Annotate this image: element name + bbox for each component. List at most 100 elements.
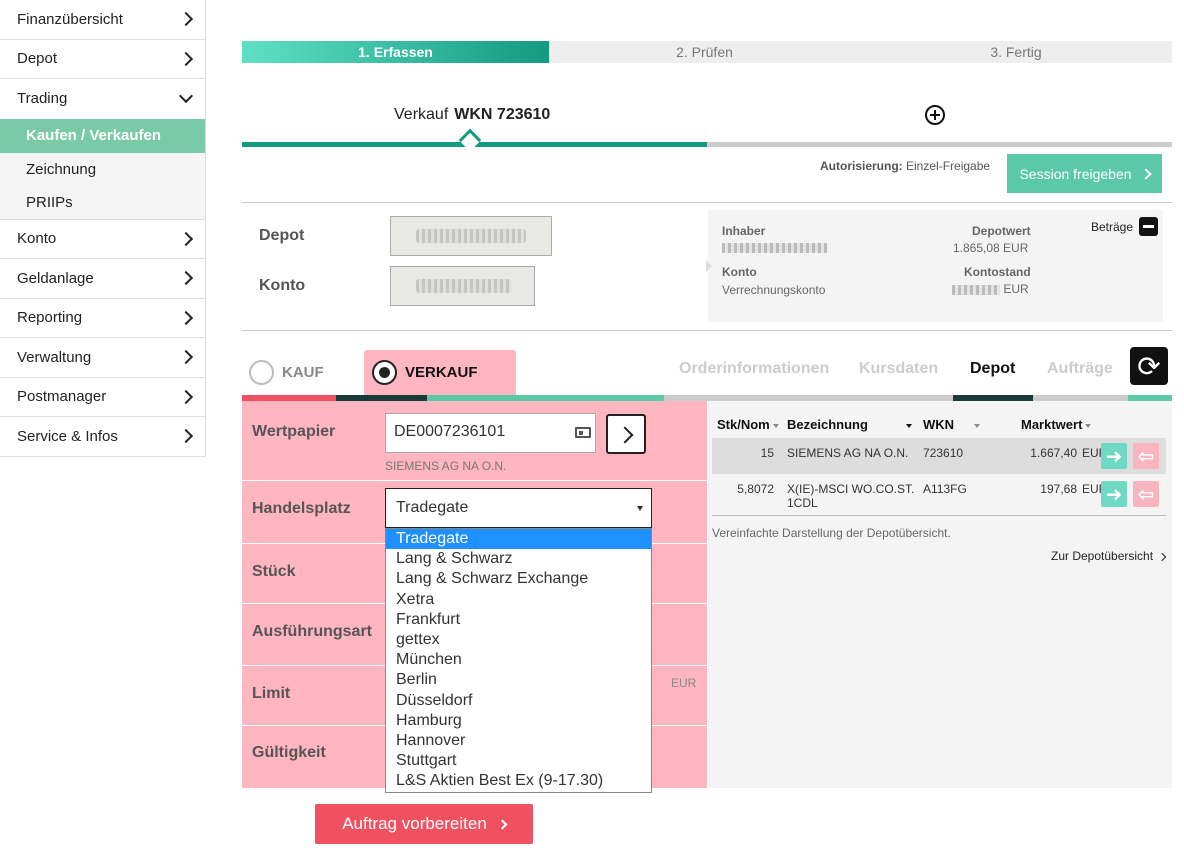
dropdown-option[interactable]: Hannover — [386, 731, 651, 751]
progress-stepper: 1. Erfassen 2. Prüfen 3. Fertig — [242, 41, 1172, 63]
chevron-right-icon — [178, 429, 194, 444]
minus-icon — [1139, 217, 1159, 236]
sidebar-subitem-priips[interactable]: PRIIPs — [0, 186, 205, 219]
depot-note: Vereinfachte Darstellung der Depotübersi… — [712, 526, 951, 540]
table-row[interactable]: 5,8072 X(IE)-MSCI WO.CO.ST. 1CDL A113FG … — [712, 474, 1166, 516]
tab-underline-inactive — [707, 142, 1172, 147]
column-header-bezeichnung[interactable]: Bezeichnung — [787, 417, 912, 432]
depot-select[interactable] — [390, 216, 552, 256]
handelsplatz-value: Tradegate — [396, 499, 469, 516]
dropdown-option[interactable]: Lang & Schwarz Exchange — [386, 569, 651, 589]
column-header-label: Marktwert — [1021, 417, 1083, 432]
sell-arrow-icon[interactable]: ⇦ — [1133, 443, 1159, 469]
column-header-marktwert[interactable]: Marktwert — [1021, 417, 1092, 432]
dropdown-option[interactable]: gettex — [386, 630, 651, 650]
prepare-order-button[interactable]: Auftrag vorbereiten — [315, 804, 533, 844]
dropdown-option[interactable]: Berlin — [386, 670, 651, 690]
stueck-label: Stück — [252, 563, 296, 580]
sidebar-subitem-kaufen-verkaufen[interactable]: Kaufen / Verkaufen — [0, 118, 205, 153]
dropdown-option[interactable]: Lang & Schwarz — [386, 549, 651, 569]
konto-info-value: Verrechnungskonto — [722, 283, 826, 297]
sidebar-item-label: Depot — [17, 50, 58, 68]
divider — [242, 202, 1172, 203]
sidebar-item-trading[interactable]: Trading — [0, 79, 206, 119]
dropdown-option[interactable]: L&S Aktien Best Ex (9-17.30) — [386, 771, 651, 791]
sidebar-item-finanzuebersicht[interactable]: Finanzübersicht — [0, 0, 206, 40]
step-pruefen: 2. Prüfen — [676, 44, 733, 60]
sidebar-item-label: Postmanager — [17, 388, 107, 406]
tab-depot[interactable]: Depot — [970, 360, 1015, 378]
cell-qty: 15 — [760, 446, 774, 460]
depot-overview-link[interactable]: Zur Depotübersicht — [1051, 549, 1167, 563]
tab-orderinformationen[interactable]: Orderinformationen — [679, 360, 829, 378]
order-tabs: Verkauf WKN 723610 — [242, 92, 1172, 152]
add-order-icon[interactable] — [925, 105, 945, 125]
sidebar-item-label: Reporting — [17, 309, 83, 327]
dropdown-option[interactable]: Frankfurt — [386, 610, 651, 630]
trade-type-selector: KAUF VERKAUF — [242, 350, 664, 401]
wertpapier-go-button[interactable] — [606, 414, 646, 454]
refresh-icon[interactable]: ⟳ — [1130, 347, 1168, 385]
konto-info-label: Konto — [722, 265, 757, 279]
sidebar-item-depot[interactable]: Depot — [0, 39, 206, 79]
session-release-button[interactable]: Session freigeben — [1007, 154, 1162, 193]
depot-overview-label: Zur Depotübersicht — [1051, 549, 1154, 563]
kauf-label: KAUF — [282, 364, 324, 381]
column-header-stk[interactable]: Stk/Nom — [717, 417, 779, 432]
dropdown-option[interactable]: Stuttgart — [386, 751, 651, 771]
sort-icon — [905, 423, 912, 428]
handelsplatz-select[interactable]: Tradegate — [385, 488, 652, 528]
tab-auftraege[interactable]: Aufträge — [1047, 360, 1113, 378]
verkauf-option[interactable]: VERKAUF — [364, 350, 516, 395]
sidebar-item-reporting[interactable]: Reporting — [0, 298, 206, 338]
betraege-toggle[interactable]: Beträge — [1091, 217, 1159, 236]
column-header-wkn[interactable]: WKN — [923, 417, 981, 432]
row-wertpapier: Wertpapier DE0007236101 SIEMENS AG NA O.… — [242, 401, 707, 481]
authorization-value: Einzel-Freigabe — [906, 159, 991, 173]
kauf-option[interactable]: KAUF — [242, 350, 364, 395]
cell-wkn: 723610 — [923, 446, 964, 460]
wertpapier-input[interactable]: DE0007236101 — [385, 413, 596, 453]
buy-arrow-icon[interactable]: ➜ — [1101, 481, 1127, 507]
sidebar-item-geldanlage[interactable]: Geldanlage — [0, 259, 206, 299]
dropdown-option[interactable]: Tradegate — [386, 529, 651, 550]
tab-kursdaten[interactable]: Kursdaten — [859, 360, 938, 378]
ausfuehrungsart-label: Ausführungsart — [252, 623, 372, 640]
dropdown-option[interactable]: München — [386, 650, 651, 670]
dropdown-option[interactable]: Hamburg — [386, 711, 651, 731]
sidebar-item-verwaltung[interactable]: Verwaltung — [0, 338, 206, 378]
chevron-right-icon — [1157, 552, 1167, 562]
order-tab-wkn: WKN 723610 — [454, 106, 551, 123]
sell-arrow-icon[interactable]: ⇦ — [1133, 481, 1159, 507]
column-header-label: Stk/Nom — [717, 417, 770, 432]
konto-select[interactable] — [390, 266, 535, 306]
cell-value: 1.667,40 — [1030, 446, 1077, 460]
sidebar-subitem-zeichnung[interactable]: Zeichnung — [0, 153, 205, 186]
radio-selected-icon — [372, 360, 397, 385]
tab-notch — [458, 128, 482, 152]
id-card-icon[interactable] — [575, 427, 591, 438]
sidebar-item-konto[interactable]: Konto — [0, 219, 206, 259]
sidebar-submenu-trading: Kaufen / Verkaufen Zeichnung PRIIPs — [0, 118, 206, 220]
cell-name: SIEMENS AG NA O.N. — [787, 446, 909, 460]
kontostand-label: Kontostand — [964, 265, 1031, 279]
info-tabs: Orderinformationen Kursdaten Depot Auftr… — [664, 347, 1172, 401]
radio-icon — [249, 360, 274, 385]
cell-qty: 5,8072 — [737, 482, 774, 496]
sort-icon — [974, 423, 981, 428]
sidebar-item-label: Finanzübersicht — [17, 10, 123, 28]
depotwert-label: Depotwert — [972, 224, 1031, 238]
buy-arrow-icon[interactable]: ➜ — [1101, 443, 1127, 469]
sidebar-item-label: Geldanlage — [17, 269, 94, 287]
table-row[interactable]: 15 SIEMENS AG NA O.N. 723610 1.667,40 EU… — [712, 438, 1166, 474]
order-tab-active[interactable]: Verkauf WKN 723610 — [394, 106, 550, 124]
chevron-right-icon — [1139, 167, 1152, 180]
sidebar-item-postmanager[interactable]: Postmanager — [0, 377, 206, 417]
chevron-down-icon — [178, 88, 194, 103]
chevron-right-icon — [178, 231, 194, 246]
dropdown-option[interactable]: Düsseldorf — [386, 691, 651, 711]
sidebar-item-service-infos[interactable]: Service & Infos — [0, 417, 206, 457]
dropdown-option[interactable]: Xetra — [386, 590, 651, 610]
handelsplatz-label: Handelsplatz — [252, 500, 351, 517]
chevron-right-icon — [178, 389, 194, 404]
